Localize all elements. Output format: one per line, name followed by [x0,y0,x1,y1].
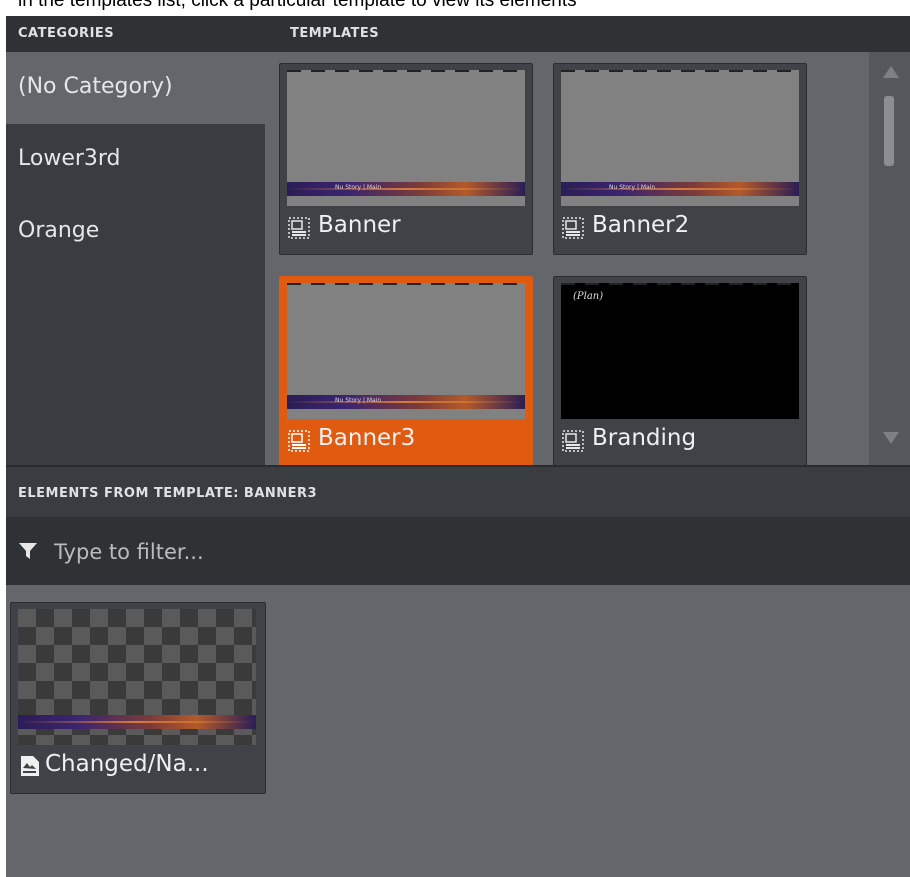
category-item-lower3rd[interactable]: Lower3rd [6,124,265,196]
category-label: Orange [18,218,100,243]
template-icon [288,430,310,452]
template-icon [562,430,584,452]
scrollbar-thumb[interactable] [884,96,894,166]
category-item-orange[interactable]: Orange [6,196,265,268]
template-label: Branding [592,425,697,451]
template-card-banner3[interactable]: Nu Story | Main Banner3 [279,276,533,465]
template-label: Banner [318,212,401,238]
templates-scrollbar[interactable] [869,52,910,465]
scroll-up-arrow-icon[interactable] [883,66,899,78]
templates-heading: TEMPLATES [290,26,380,41]
template-thumbnail: Nu Story | Main [561,70,799,206]
template-card-banner2[interactable]: Nu Story | Main Banner2 [553,63,807,255]
template-card-branding[interactable]: (Plan) Branding [553,276,807,465]
template-icon [288,217,310,239]
element-card[interactable]: Changed/Na... [10,602,266,794]
category-item-no-category[interactable]: (No Category) [6,52,279,124]
template-label: Banner2 [592,212,690,238]
elements-header: ELEMENTS FROM TEMPLATE: BANNER3 [6,465,910,517]
category-label: (No Category) [18,74,173,99]
panel-header: CATEGORIES TEMPLATES [6,16,910,52]
template-icon [562,217,584,239]
element-icon [21,756,39,776]
filter-icon [19,543,37,559]
top-caption: in the templates list, click a particula… [18,0,577,11]
template-browser: CATEGORIES TEMPLATES (No Category) Lower… [6,16,910,877]
categories-list: (No Category) Lower3rd Orange [6,52,279,465]
scroll-down-arrow-icon[interactable] [883,432,899,444]
filter-bar [6,517,910,585]
categories-heading: CATEGORIES [18,26,115,41]
template-thumbnail: Nu Story | Main [287,70,525,206]
elements-heading: ELEMENTS FROM TEMPLATE: BANNER3 [18,486,318,501]
template-thumbnail: Nu Story | Main [287,283,525,419]
element-thumbnail [18,609,256,745]
element-label: Changed/Na... [45,751,209,777]
top-caption-cutoff: in the templates list, click a particula… [0,0,910,16]
template-label: Banner3 [318,425,416,451]
filter-input[interactable] [52,535,456,569]
category-label: Lower3rd [18,146,121,171]
template-card-banner[interactable]: Nu Story | Main Banner [279,63,533,255]
template-thumbnail: (Plan) [561,283,799,419]
templates-grid: Nu Story | Main Banner Nu Story | Main B… [265,52,869,465]
